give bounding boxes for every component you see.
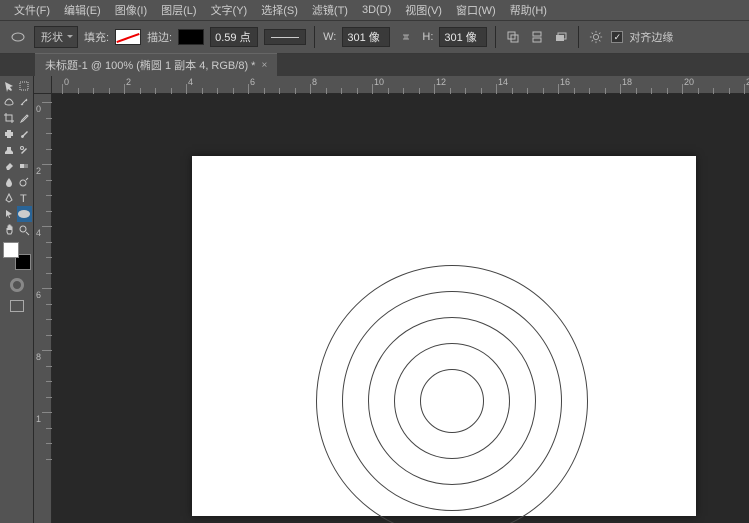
pen-tool-icon[interactable] xyxy=(1,190,17,206)
toolbox: T xyxy=(0,76,34,523)
menu-3d[interactable]: 3D(D) xyxy=(356,2,397,18)
foreground-color[interactable] xyxy=(3,242,19,258)
marquee-tool-icon[interactable] xyxy=(17,78,33,94)
ruler-h-label: 10 xyxy=(374,77,384,87)
menu-image[interactable]: 图像(I) xyxy=(109,0,153,20)
path-align-icon[interactable] xyxy=(528,28,546,46)
menu-edit[interactable]: 编辑(E) xyxy=(58,0,107,20)
align-edges-checkbox[interactable]: ✓ xyxy=(611,31,623,43)
width-input[interactable]: 301 像 xyxy=(342,27,390,47)
menu-select[interactable]: 选择(S) xyxy=(255,0,304,20)
menu-window[interactable]: 窗口(W) xyxy=(450,0,502,20)
shape-mode-label: 形状 xyxy=(41,32,63,44)
link-wh-icon[interactable] xyxy=(396,27,416,47)
separator xyxy=(578,26,579,48)
color-swatches[interactable] xyxy=(3,242,31,270)
path-arrange-icon[interactable] xyxy=(552,28,570,46)
stamp-tool-icon[interactable] xyxy=(1,142,17,158)
ruler-h-label: 4 xyxy=(188,77,193,87)
dodge-tool-icon[interactable] xyxy=(17,174,33,190)
menu-filter[interactable]: 滤镜(T) xyxy=(306,0,354,20)
fill-swatch[interactable] xyxy=(115,29,141,45)
ruler-v-label: 1 xyxy=(36,414,41,424)
menu-type[interactable]: 文字(Y) xyxy=(205,0,254,20)
ellipse-tool-icon[interactable] xyxy=(17,206,33,222)
document-tab-title: 未标题-1 @ 100% (椭圆 1 副本 4, RGB/8) * xyxy=(45,57,255,73)
document-tab-bar: 未标题-1 @ 100% (椭圆 1 副本 4, RGB/8) * × xyxy=(0,54,749,76)
ruler-h-label: 14 xyxy=(498,77,508,87)
ruler-h-label: 20 xyxy=(684,77,694,87)
svg-text:T: T xyxy=(20,193,27,204)
ruler-vertical: 0 2 4 6 8 1 xyxy=(34,94,52,523)
zoom-tool-icon[interactable] xyxy=(17,222,33,238)
menu-file[interactable]: 文件(F) xyxy=(8,0,56,20)
type-tool-icon[interactable]: T xyxy=(17,190,33,206)
ruler-h-label: 8 xyxy=(312,77,317,87)
path-select-icon[interactable] xyxy=(1,206,17,222)
ruler-v-label: 0 xyxy=(36,104,41,114)
ruler-h-label: 18 xyxy=(622,77,632,87)
eraser-tool-icon[interactable] xyxy=(1,158,17,174)
stroke-swatch[interactable] xyxy=(178,29,204,45)
heal-tool-icon[interactable] xyxy=(1,126,17,142)
align-edges-label: 对齐边缘 xyxy=(629,29,673,45)
menu-help[interactable]: 帮助(H) xyxy=(504,0,553,20)
quickmask-icon[interactable] xyxy=(10,278,24,292)
wand-tool-icon[interactable] xyxy=(17,94,33,110)
separator xyxy=(495,26,496,48)
shape-mode-dropdown[interactable]: 形状 xyxy=(34,26,78,48)
canvas[interactable] xyxy=(192,156,696,516)
ruler-h-label: 12 xyxy=(436,77,446,87)
canvas-stage: 0246810121416182022 024681 xyxy=(34,76,749,523)
ruler-h-label: 6 xyxy=(250,77,255,87)
lasso-tool-icon[interactable] xyxy=(1,94,17,110)
separator xyxy=(314,26,315,48)
document-tab[interactable]: 未标题-1 @ 100% (椭圆 1 副本 4, RGB/8) * × xyxy=(35,53,277,76)
stroke-width-input[interactable]: 0.59 点 xyxy=(210,27,258,47)
height-input[interactable]: 301 像 xyxy=(439,27,487,47)
ruler-v-label: 8 xyxy=(36,352,41,362)
menu-view[interactable]: 视图(V) xyxy=(399,0,448,20)
fill-label: 填充: xyxy=(84,29,109,45)
stroke-label: 描边: xyxy=(147,29,172,45)
brush-tool-icon[interactable] xyxy=(17,126,33,142)
hand-tool-icon[interactable] xyxy=(1,222,17,238)
path-combine-icon[interactable] xyxy=(504,28,522,46)
gear-icon[interactable] xyxy=(587,28,605,46)
ruler-horizontal: 0246810121416182022 xyxy=(52,76,749,94)
menu-layer[interactable]: 图层(L) xyxy=(155,0,202,20)
ruler-h-label: 16 xyxy=(560,77,570,87)
stroke-style-dropdown[interactable] xyxy=(264,29,306,45)
close-icon[interactable]: × xyxy=(261,60,267,71)
blur-tool-icon[interactable] xyxy=(1,174,17,190)
height-label: H: xyxy=(422,31,433,43)
width-label: W: xyxy=(323,31,336,43)
screenmode-icon[interactable] xyxy=(10,300,24,312)
ruler-v-label: 4 xyxy=(36,228,41,238)
main-area: T 0246810121416182022 024681 xyxy=(0,76,749,523)
ruler-v-label: 6 xyxy=(36,290,41,300)
history-brush-icon[interactable] xyxy=(17,142,33,158)
ruler-h-label: 2 xyxy=(126,77,131,87)
options-bar: 形状 填充: 描边: 0.59 点 W: 301 像 H: 301 像 ✓ 对齐… xyxy=(0,20,749,54)
gradient-tool-icon[interactable] xyxy=(17,158,33,174)
tool-preset-icon[interactable] xyxy=(8,27,28,47)
crop-tool-icon[interactable] xyxy=(1,110,17,126)
eyedropper-tool-icon[interactable] xyxy=(17,110,33,126)
ruler-h-label: 0 xyxy=(64,77,69,87)
move-tool-icon[interactable] xyxy=(1,78,17,94)
menu-bar: 文件(F) 编辑(E) 图像(I) 图层(L) 文字(Y) 选择(S) 滤镜(T… xyxy=(0,0,749,20)
ruler-v-label: 2 xyxy=(36,166,41,176)
ruler-corner xyxy=(34,76,52,94)
ellipse-shape[interactable] xyxy=(420,369,484,433)
